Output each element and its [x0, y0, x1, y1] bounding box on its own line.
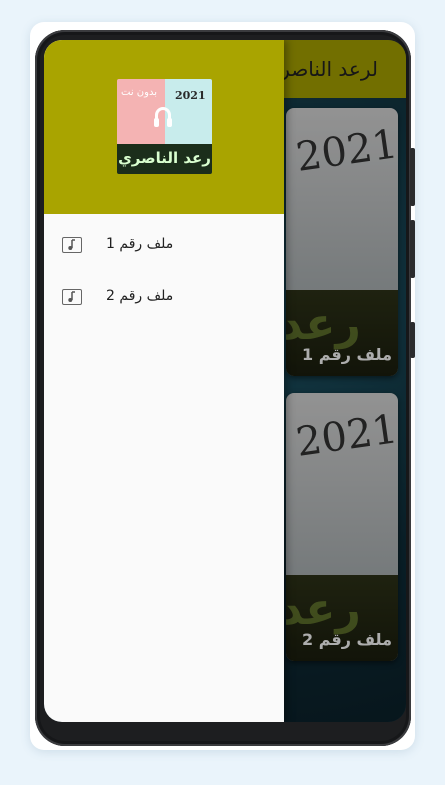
headphones-icon	[154, 107, 172, 127]
music-note-icon	[62, 237, 82, 253]
drawer-item-label: ملف رقم 1	[106, 236, 174, 252]
drawer-item-file-2[interactable]: ملف رقم 2	[44, 282, 284, 334]
music-note-icon	[62, 289, 82, 305]
logo-name: رعد الناصري	[118, 149, 211, 167]
drawer-item-label: ملف رقم 2	[106, 288, 174, 304]
logo-year: 2021	[175, 89, 206, 102]
drawer-header: بدون نت 2021 رعد الناصري	[44, 40, 284, 214]
drawer-item-file-1[interactable]: ملف رقم 1	[44, 230, 284, 282]
navigation-drawer: بدون نت 2021 رعد الناصري ملف رقم 1 ملف ر…	[44, 40, 284, 722]
app-screen: لرعد الناصري 2021 رعد ملف رقم 1 2021 رعد…	[44, 40, 406, 722]
phone-side-button	[410, 220, 415, 278]
phone-side-button	[410, 148, 415, 206]
phone-side-button	[410, 322, 415, 358]
app-logo: بدون نت 2021 رعد الناصري	[117, 79, 212, 174]
drawer-menu: ملف رقم 1 ملف رقم 2	[44, 230, 284, 334]
logo-subtitle: بدون نت	[121, 87, 157, 98]
